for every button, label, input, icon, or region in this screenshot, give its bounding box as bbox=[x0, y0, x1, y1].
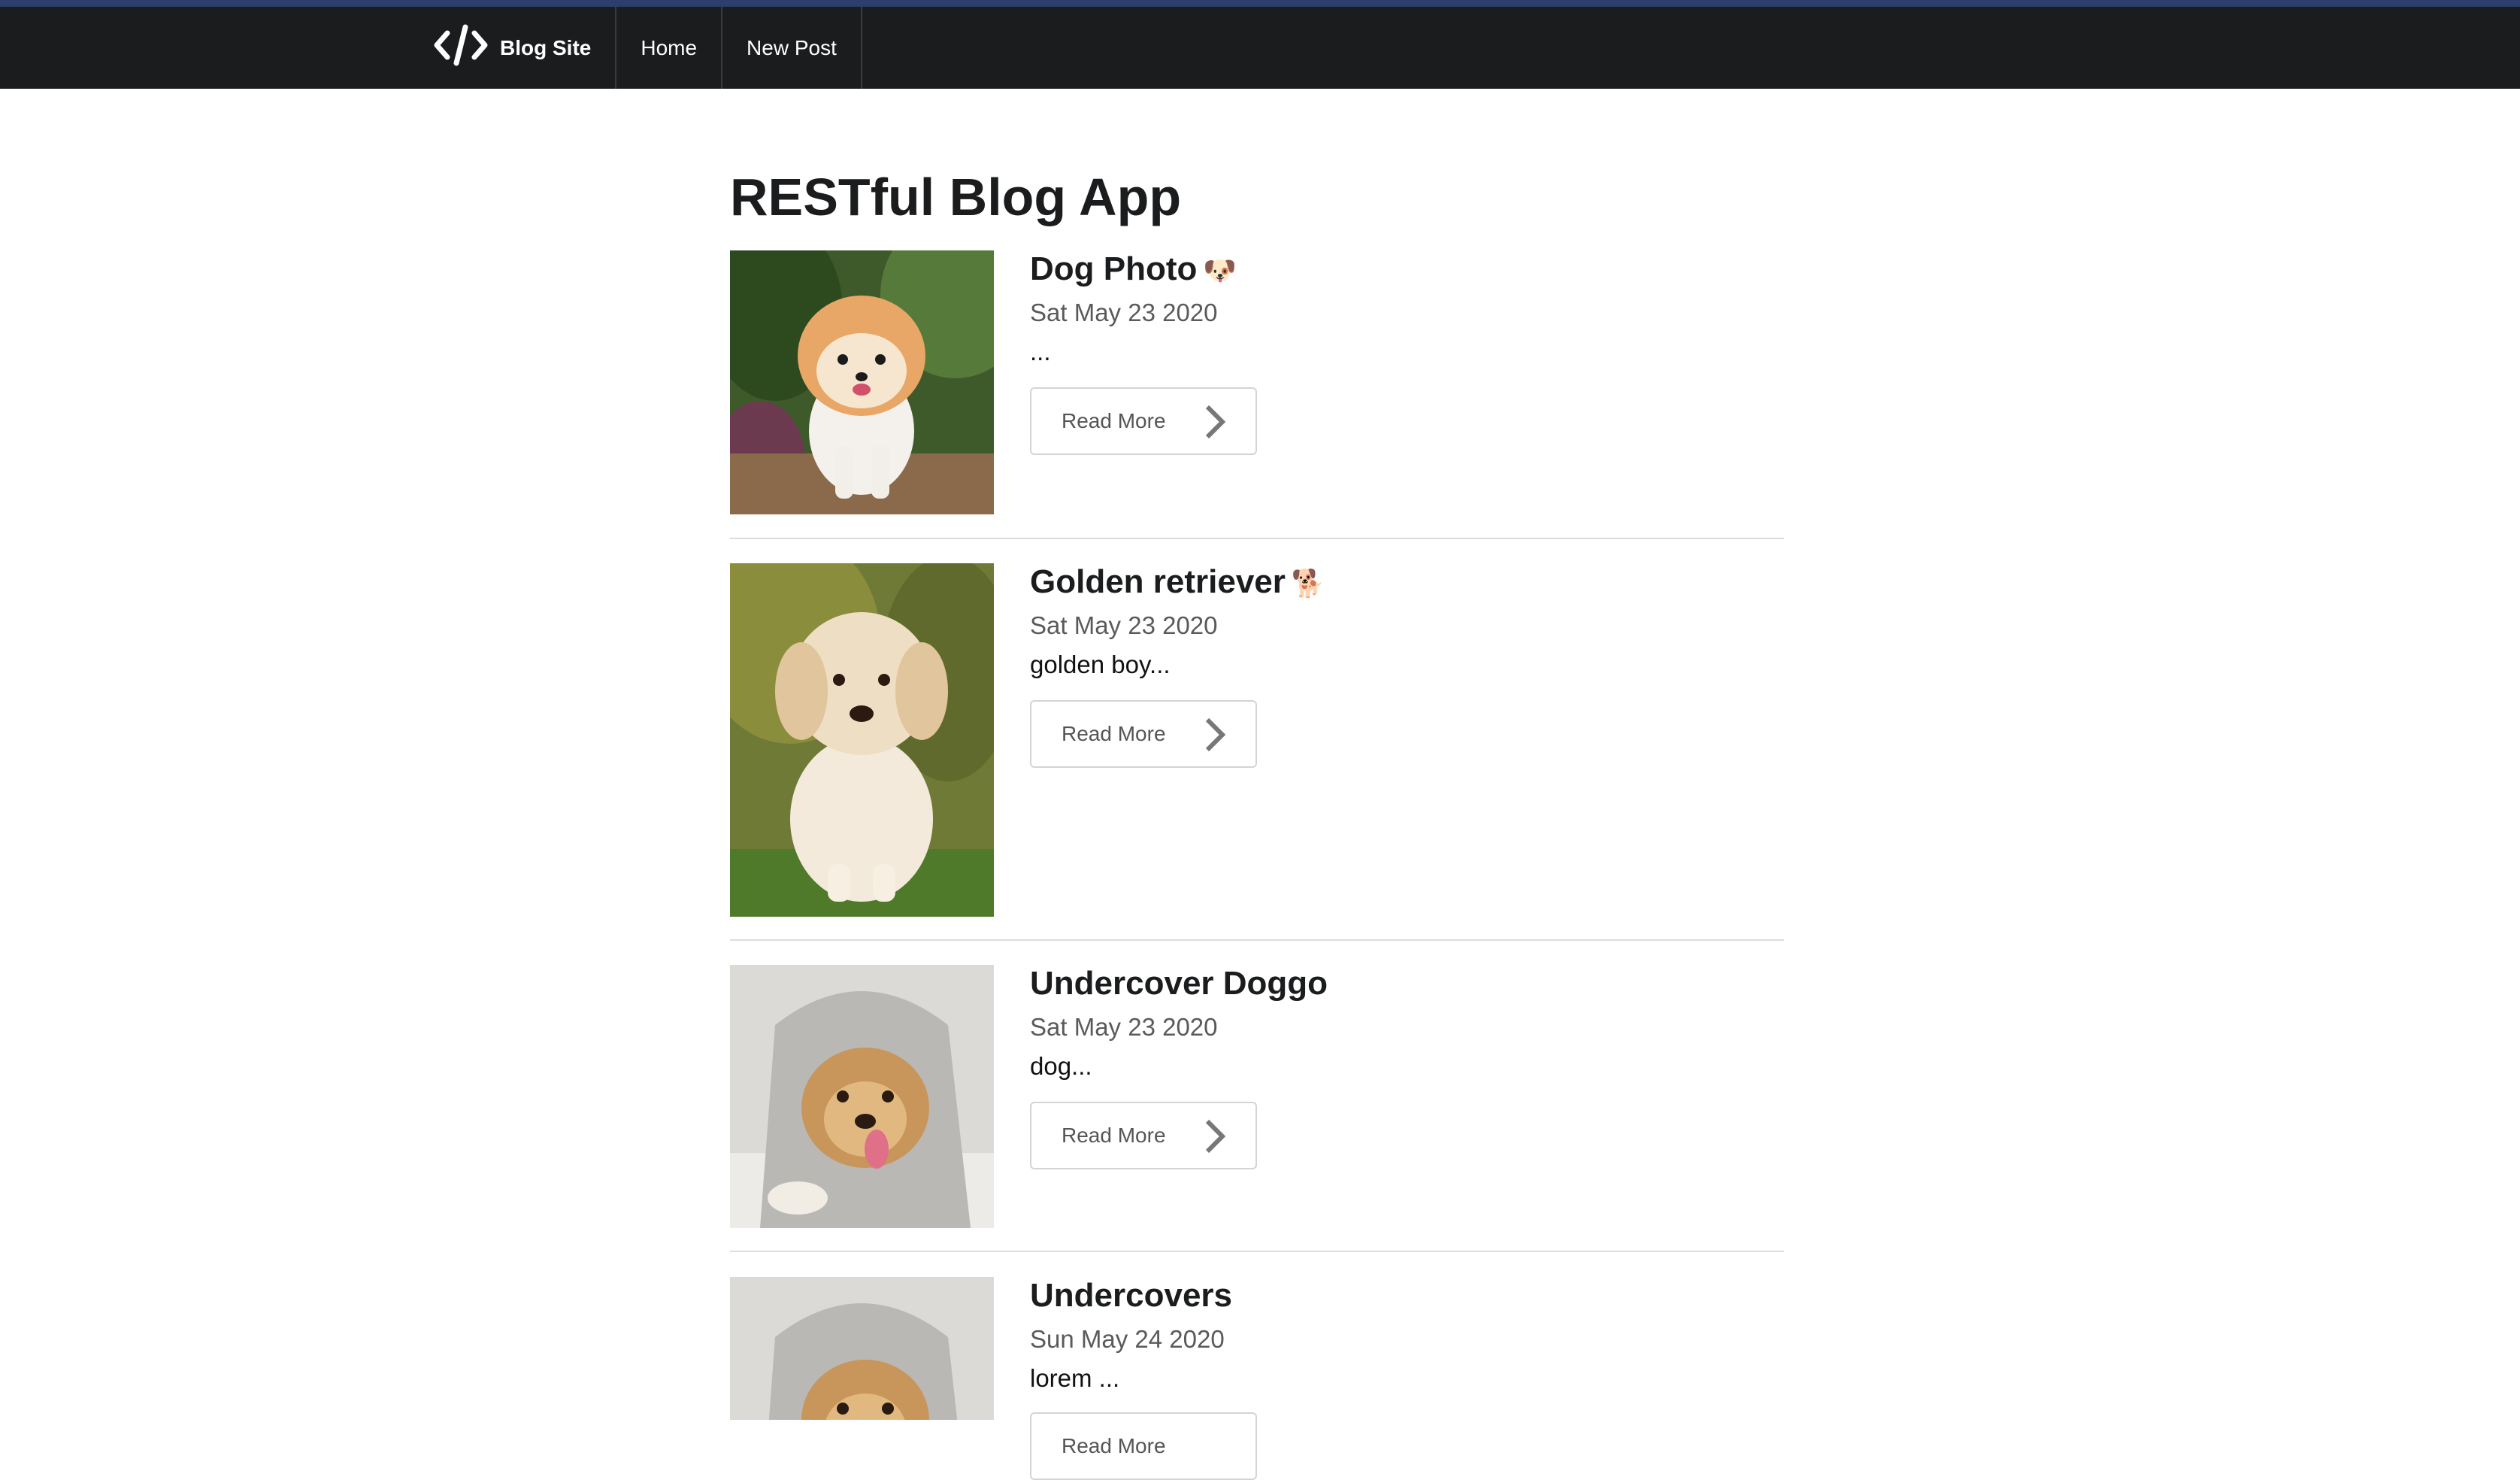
post-date: Sat May 23 2020 bbox=[1030, 611, 1218, 639]
post-title-text: Golden retriever bbox=[1030, 563, 1286, 600]
post-excerpt: dog... bbox=[1030, 1052, 1092, 1080]
page-title: RESTful Blog App bbox=[730, 168, 1182, 226]
dog-emoji: 🐕 bbox=[1291, 569, 1325, 599]
post-image[interactable] bbox=[730, 965, 994, 1228]
post-item: Undercovers Sun May 24 2020 lorem ... Re… bbox=[730, 1277, 1784, 1480]
post-excerpt: ... bbox=[1030, 338, 1051, 365]
post-image[interactable] bbox=[730, 563, 994, 917]
post-date: Sat May 23 2020 bbox=[1030, 299, 1218, 326]
read-more-label: Read More bbox=[1062, 1434, 1166, 1457]
chevron-right-icon bbox=[1203, 404, 1226, 445]
chevron-right-icon bbox=[1203, 1118, 1226, 1160]
post-item: Undercover Doggo Sat May 23 2020 dog... … bbox=[730, 965, 1784, 1228]
nav-new-post[interactable]: New Post bbox=[722, 7, 862, 89]
code-icon bbox=[434, 24, 500, 71]
post-image[interactable] bbox=[730, 1277, 994, 1420]
nav-home[interactable]: Home bbox=[616, 7, 723, 89]
chevron-right-icon bbox=[1203, 717, 1226, 758]
read-more-label: Read More bbox=[1062, 722, 1166, 745]
post-title[interactable]: Golden retriever 🐕 bbox=[1030, 563, 1325, 601]
dog-face-emoji: 🐶 bbox=[1203, 256, 1237, 287]
read-more-label: Read More bbox=[1062, 409, 1166, 432]
read-more-button[interactable]: Read More bbox=[1030, 387, 1257, 455]
post-divider bbox=[730, 939, 1784, 941]
read-more-button[interactable]: Read More bbox=[1030, 1412, 1257, 1480]
post-title-text: Dog Photo bbox=[1030, 250, 1198, 287]
post-date: Sun May 24 2020 bbox=[1030, 1325, 1225, 1353]
post-date: Sat May 23 2020 bbox=[1030, 1013, 1218, 1041]
post-item: Dog Photo 🐶 Sat May 23 2020 ... Read More bbox=[730, 250, 1784, 514]
top-navbar: Blog Site Home New Post bbox=[0, 0, 2520, 89]
post-item: Golden retriever 🐕 Sat May 23 2020 golden… bbox=[730, 563, 1784, 917]
post-excerpt: lorem ... bbox=[1030, 1364, 1120, 1392]
post-excerpt: golden boy... bbox=[1030, 651, 1171, 678]
nav-menu: Blog Site Home New Post bbox=[411, 7, 862, 89]
brand-link[interactable]: Blog Site bbox=[411, 7, 617, 89]
brand-label: Blog Site bbox=[500, 35, 592, 59]
post-title[interactable]: Undercover Doggo bbox=[1030, 965, 1328, 1002]
read-more-button[interactable]: Read More bbox=[1030, 1102, 1257, 1169]
post-divider bbox=[730, 1251, 1784, 1252]
post-title[interactable]: Dog Photo 🐶 bbox=[1030, 250, 1237, 288]
read-more-label: Read More bbox=[1062, 1124, 1166, 1147]
post-title[interactable]: Undercovers bbox=[1030, 1277, 1232, 1315]
post-image[interactable] bbox=[730, 250, 994, 514]
post-divider bbox=[730, 538, 1784, 539]
read-more-button[interactable]: Read More bbox=[1030, 700, 1257, 768]
